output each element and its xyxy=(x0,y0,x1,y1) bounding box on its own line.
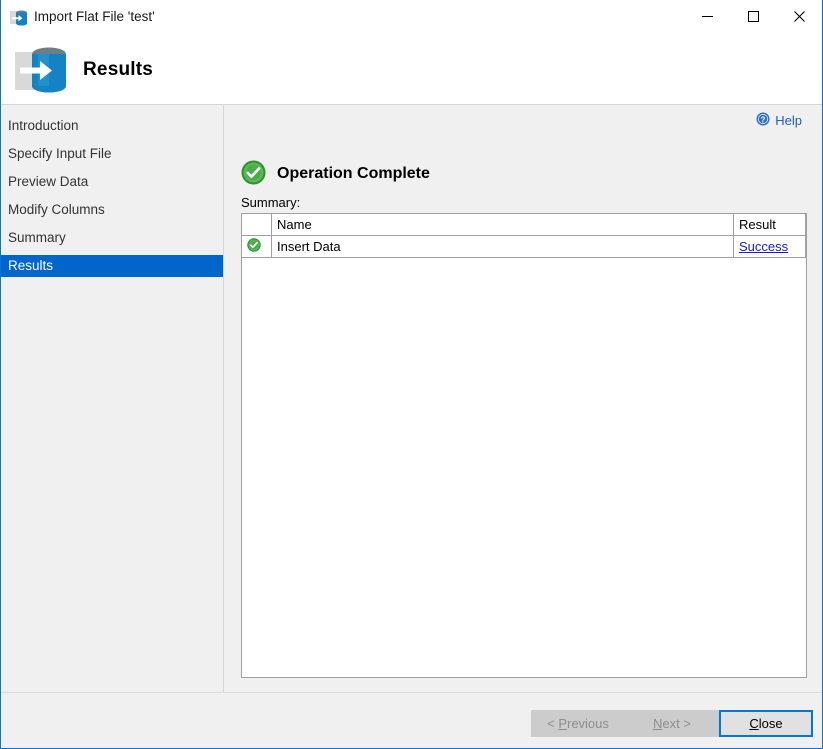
help-link[interactable]: ? Help xyxy=(756,112,802,129)
column-header-icon[interactable] xyxy=(242,214,272,236)
database-import-icon xyxy=(10,9,28,27)
page-title: Results xyxy=(83,59,153,81)
row-result-cell: Success xyxy=(734,236,806,258)
page-header: Results xyxy=(1,35,822,104)
column-header-name[interactable]: Name xyxy=(272,214,734,236)
summary-table: Name Result xyxy=(242,214,806,258)
maximize-icon[interactable] xyxy=(730,0,776,32)
sidebar-item-specify-input-file[interactable]: Specify Input File xyxy=(1,143,223,165)
close-button[interactable]: Close xyxy=(719,710,813,737)
svg-text:?: ? xyxy=(761,115,766,124)
help-label: Help xyxy=(775,113,802,128)
summary-table-container: Name Result xyxy=(241,213,807,678)
sidebar-item-preview-data[interactable]: Preview Data xyxy=(1,171,223,193)
row-name-cell: Insert Data xyxy=(272,236,734,258)
content-pane: ? Help Operation Complete Summary: xyxy=(223,104,822,692)
wizard-sidebar: Introduction Specify Input File Preview … xyxy=(1,104,223,692)
summary-table-header: Name Result xyxy=(242,214,806,236)
success-check-icon xyxy=(241,160,266,188)
table-header-row: Name Result xyxy=(242,214,806,236)
sidebar-item-summary[interactable]: Summary xyxy=(1,227,223,249)
database-import-icon xyxy=(14,43,70,97)
summary-table-body: Insert Data Success xyxy=(242,236,806,258)
import-flat-file-window: Import Flat File 'test' Resul xyxy=(0,0,823,749)
table-row[interactable]: Insert Data Success xyxy=(242,236,806,258)
minimize-icon[interactable] xyxy=(684,0,730,32)
close-icon[interactable] xyxy=(776,0,822,32)
success-check-icon xyxy=(247,238,266,255)
window-controls xyxy=(684,0,822,32)
title-bar: Import Flat File 'test' xyxy=(1,0,822,35)
sidebar-item-results[interactable]: Results xyxy=(1,255,223,277)
footer-bar: < Previous Next > Close xyxy=(1,692,822,748)
window-title: Import Flat File 'test' xyxy=(34,9,155,24)
sidebar-item-introduction[interactable]: Introduction xyxy=(1,115,223,137)
help-circle-icon: ? xyxy=(756,112,770,129)
sidebar-item-modify-columns[interactable]: Modify Columns xyxy=(1,199,223,221)
result-link[interactable]: Success xyxy=(739,239,788,254)
column-header-result[interactable]: Result xyxy=(734,214,806,236)
previous-button: < Previous xyxy=(531,710,625,737)
summary-label: Summary: xyxy=(241,195,300,210)
next-button: Next > xyxy=(625,710,719,737)
row-status-cell xyxy=(242,236,272,258)
operation-status: Operation Complete xyxy=(241,160,430,188)
operation-status-text: Operation Complete xyxy=(277,165,430,183)
